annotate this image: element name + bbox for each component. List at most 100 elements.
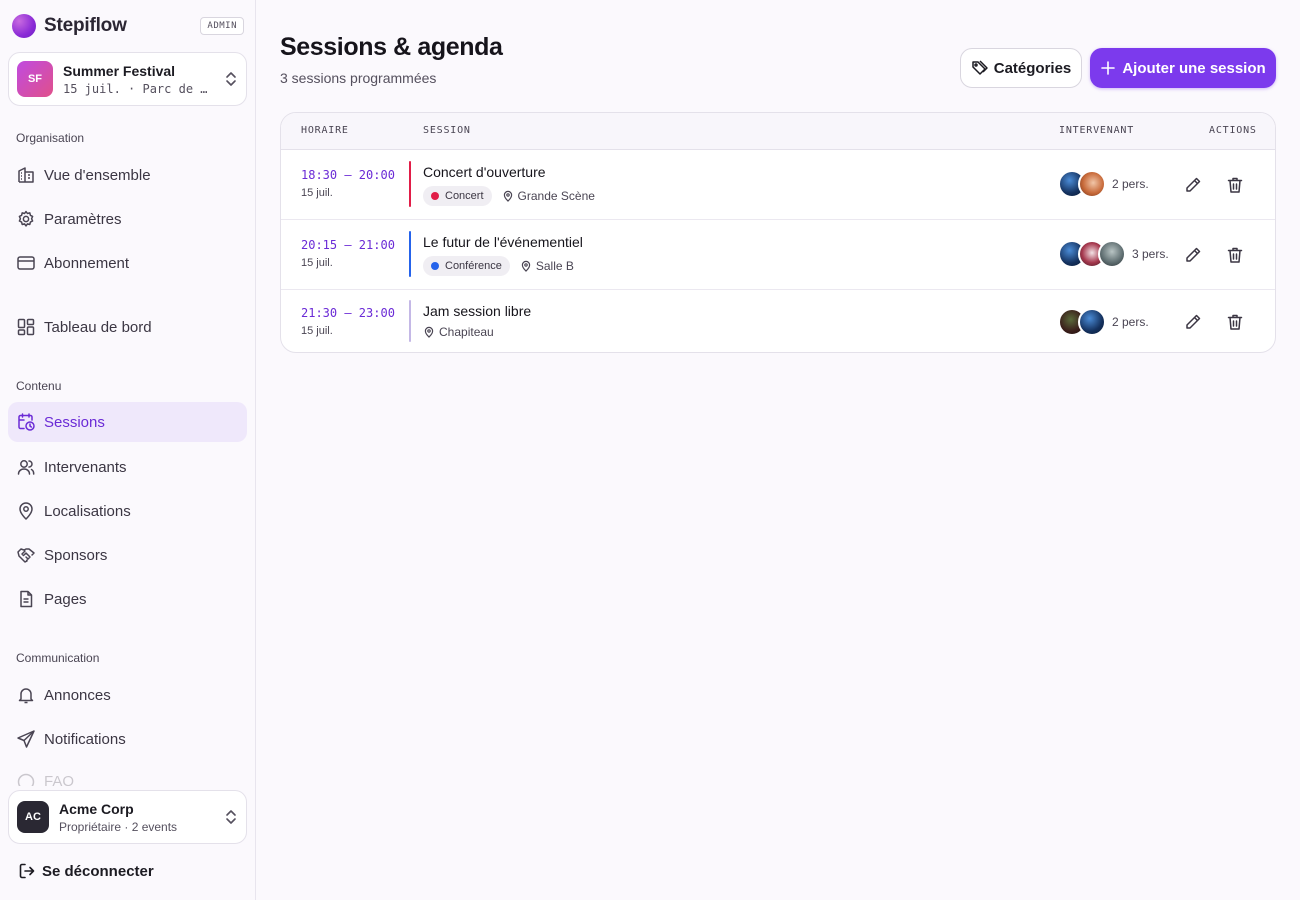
session-title: Le futur de l'événementiel bbox=[423, 234, 583, 250]
sidebar: Stepiflow ADMIN SF Summer Festival 15 ju… bbox=[0, 0, 256, 900]
category-color-bar bbox=[409, 161, 411, 207]
nav-item-sessions[interactable]: Sessions bbox=[8, 402, 247, 442]
trash-icon[interactable] bbox=[1225, 175, 1245, 195]
map-pin-icon bbox=[19, 502, 33, 521]
session-location: Salle B bbox=[520, 259, 574, 273]
add-session-button[interactable]: Ajouter une session bbox=[1090, 48, 1276, 88]
categories-button[interactable]: Catégories bbox=[960, 48, 1082, 88]
session-time: 20:15 – 21:00 bbox=[301, 238, 395, 252]
nav-label: Notifications bbox=[44, 730, 126, 748]
event-switcher[interactable]: SF Summer Festival 15 juil. · Parc de … bbox=[8, 52, 247, 106]
org-switcher[interactable]: AC Acme Corp Propriétaire · 2 events bbox=[8, 790, 247, 844]
brand-name: Stepiflow bbox=[44, 15, 127, 36]
calendar-clock-icon bbox=[18, 413, 35, 431]
avatar bbox=[1098, 240, 1126, 268]
edit-icon[interactable] bbox=[1183, 175, 1203, 195]
admin-badge: ADMIN bbox=[200, 17, 244, 35]
speaker-count: 3 pers. bbox=[1132, 247, 1169, 261]
map-pin-icon bbox=[521, 260, 531, 272]
session-title: Concert d'ouverture bbox=[423, 164, 546, 180]
nav-label: Abonnement bbox=[44, 254, 130, 272]
nav-item-notifications[interactable]: Notifications bbox=[8, 719, 247, 759]
edit-icon[interactable] bbox=[1183, 312, 1203, 332]
location-label: Grande Scène bbox=[517, 189, 595, 203]
plus-icon bbox=[1101, 61, 1116, 75]
session-title: Jam session libre bbox=[423, 303, 532, 319]
nav-item-settings[interactable]: Paramètres bbox=[8, 199, 247, 239]
nav-label: Pages bbox=[44, 590, 87, 608]
nav-label: Annonces bbox=[44, 686, 111, 704]
edit-icon[interactable] bbox=[1183, 245, 1203, 265]
category-color-bar bbox=[409, 300, 411, 342]
logout-button[interactable]: Se déconnecter bbox=[18, 862, 154, 880]
column-header-session: SESSION bbox=[423, 125, 471, 136]
speaker-avatars[interactable]: 2 pers. bbox=[1058, 308, 1149, 336]
nav-item-speakers[interactable]: Intervenants bbox=[8, 447, 247, 487]
nav-item-faq[interactable]: FAQ bbox=[16, 772, 246, 786]
category-tag: Concert bbox=[423, 186, 492, 206]
category-color-bar bbox=[409, 231, 411, 277]
org-name: Acme Corp bbox=[59, 800, 134, 817]
chevron-updown-icon bbox=[226, 72, 236, 86]
session-time: 21:30 – 23:00 bbox=[301, 306, 395, 320]
session-time: 18:30 – 20:00 bbox=[301, 168, 395, 182]
nav-label: Localisations bbox=[44, 502, 131, 520]
trash-icon[interactable] bbox=[1225, 245, 1245, 265]
org-avatar: AC bbox=[17, 801, 49, 833]
session-date: 15 juil. bbox=[301, 257, 333, 269]
session-meta: Chapiteau bbox=[423, 325, 494, 339]
category-label: Conférence bbox=[445, 260, 502, 272]
location-label: Chapiteau bbox=[439, 325, 494, 339]
session-meta: Concert Grande Scène bbox=[423, 186, 595, 206]
nav-item-overview[interactable]: Vue d'ensemble bbox=[8, 155, 247, 195]
document-icon bbox=[20, 590, 33, 608]
section-label-communication: Communication bbox=[16, 651, 100, 665]
avatar bbox=[1078, 170, 1106, 198]
nav-label: Sponsors bbox=[44, 546, 108, 564]
logout-label: Se déconnecter bbox=[42, 862, 154, 880]
bell-icon bbox=[18, 688, 34, 704]
category-dot bbox=[431, 262, 439, 270]
category-dot bbox=[431, 192, 439, 200]
brand: Stepiflow ADMIN bbox=[12, 14, 244, 38]
table-row[interactable]: 18:30 – 20:00 15 juil. Concert d'ouvertu… bbox=[281, 150, 1275, 220]
users-icon bbox=[17, 460, 35, 475]
avatar bbox=[1078, 308, 1106, 336]
building-icon bbox=[18, 167, 34, 183]
event-subtitle: 15 juil. · Parc de … bbox=[63, 81, 208, 96]
nav-item-pages[interactable]: Pages bbox=[8, 579, 247, 619]
send-icon bbox=[17, 730, 35, 748]
category-label: Concert bbox=[445, 190, 484, 202]
nav-item-locations[interactable]: Localisations bbox=[8, 491, 247, 531]
session-date: 15 juil. bbox=[301, 325, 333, 337]
speaker-count: 2 pers. bbox=[1112, 177, 1149, 191]
speaker-avatars[interactable]: 2 pers. bbox=[1058, 170, 1149, 198]
nav-label: Intervenants bbox=[44, 458, 127, 476]
table-row[interactable]: 21:30 – 23:00 15 juil. Jam session libre… bbox=[281, 290, 1275, 352]
nav-item-sponsors[interactable]: Sponsors bbox=[8, 535, 247, 575]
session-date: 15 juil. bbox=[301, 187, 333, 199]
nav-item-dashboard[interactable]: Tableau de bord bbox=[8, 307, 247, 347]
page-subtitle: 3 sessions programmées bbox=[280, 70, 437, 86]
add-session-label: Ajouter une session bbox=[1122, 59, 1266, 77]
speaker-avatars[interactable]: 3 pers. bbox=[1058, 240, 1169, 268]
map-pin-icon bbox=[503, 190, 512, 202]
nav-label: Tableau de bord bbox=[44, 318, 152, 336]
nav-label: FAQ bbox=[44, 773, 75, 786]
nav-label: Vue d'ensemble bbox=[44, 166, 151, 184]
chevron-updown-icon bbox=[226, 810, 236, 824]
column-header-speaker: INTERVENANT bbox=[1059, 125, 1135, 136]
nav-item-announcements[interactable]: Annonces bbox=[8, 675, 247, 715]
table-row[interactable]: 20:15 – 21:00 15 juil. Le futur de l'évé… bbox=[281, 220, 1275, 290]
dashboard-icon bbox=[17, 318, 35, 336]
nav-label: Sessions bbox=[44, 413, 105, 431]
org-subtitle: Propriétaire · 2 events bbox=[59, 819, 178, 834]
sessions-table: HORAIRE SESSION INTERVENANT ACTIONS 18:3… bbox=[280, 112, 1276, 353]
nav-label: Paramètres bbox=[44, 210, 122, 228]
nav-item-subscription[interactable]: Abonnement bbox=[8, 243, 247, 283]
trash-icon[interactable] bbox=[1225, 312, 1245, 332]
event-name: Summer Festival bbox=[63, 62, 176, 79]
event-avatar: SF bbox=[17, 61, 53, 97]
section-label-contenu: Contenu bbox=[16, 379, 62, 393]
session-location: Chapiteau bbox=[423, 325, 494, 339]
